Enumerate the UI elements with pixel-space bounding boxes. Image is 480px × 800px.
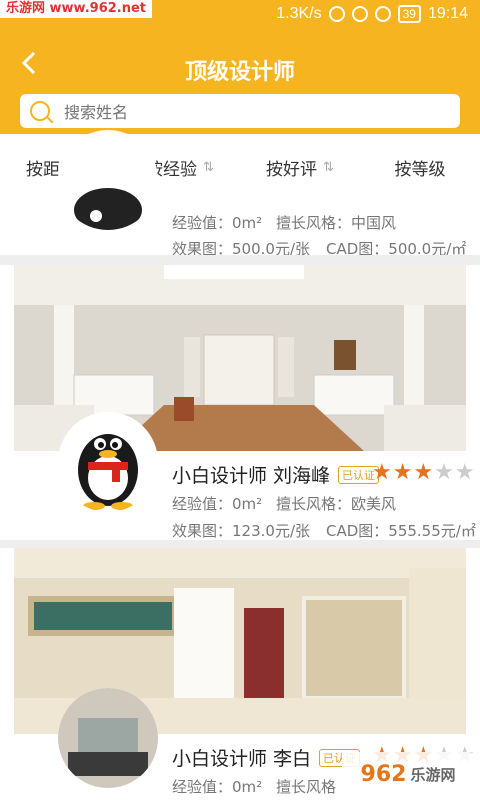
clock: 19:14 [427,5,468,22]
header: 顶级设计师 [0,32,480,134]
tab-level[interactable]: 按等级 [360,134,480,200]
wifi-icon [374,6,391,22]
search-icon [30,101,50,121]
render-price: 效果图：123.0元/张 [172,522,310,540]
location-icon [328,6,345,22]
style-text: 擅长风格：中国风 [276,214,397,232]
watermark-suffix: 乐游网 [410,765,456,784]
designer-name: 小白设计师 刘海峰 [172,465,331,487]
divider [0,255,480,265]
style-text: 擅长风格 [276,778,337,796]
watermark-brand: 962 [360,761,407,787]
tab-label: 按等级 [394,159,446,180]
cad-price: CAD图：555.55元/㎡ [326,522,476,540]
alarm-icon [351,6,368,22]
site-watermark-logo: 962 乐游网 [342,752,474,796]
page-title: 顶级设计师 [184,60,295,85]
status-bar: 乐游网 www.962.net 1.3K/s 39 19:14 [0,0,480,32]
designer-card[interactable]: 经验值：0m² 擅长风格：中国风 效果图：500.0元/张 CAD图：500.0… [0,130,480,258]
experience-text: 经验值：0m² [172,495,263,513]
rating-stars: ★★★★★ [372,460,476,485]
search-box[interactable] [20,94,460,130]
name-row: 小白设计师 李白 已认证 [172,744,361,771]
sort-icon: ⇅ [323,159,334,175]
tab-rating[interactable]: 按好评 ⇅ [240,134,360,200]
sort-icon: ⇅ [203,159,214,175]
style-text: 擅长风格：欧美风 [276,495,397,513]
experience-text: 经验值：0m² [172,214,263,232]
experience-text: 经验值：0m² [172,778,263,796]
tab-label: 按好评 [266,159,318,180]
site-watermark: 乐游网 www.962.net [0,0,153,18]
search-input[interactable] [62,94,446,130]
designer-card[interactable]: 小白设计师 刘海峰 已认证 ★★★★★ 经验值：0m² 擅长风格：欧美风 效果图… [0,265,480,540]
avatar [58,130,158,230]
name-row: 小白设计师 刘海峰 已认证 [172,461,380,488]
avatar [58,688,158,788]
network-speed: 1.3K/s [276,5,322,22]
avatar [58,412,158,512]
battery-icon: 39 [397,5,421,23]
designer-name: 小白设计师 李白 [172,748,312,770]
